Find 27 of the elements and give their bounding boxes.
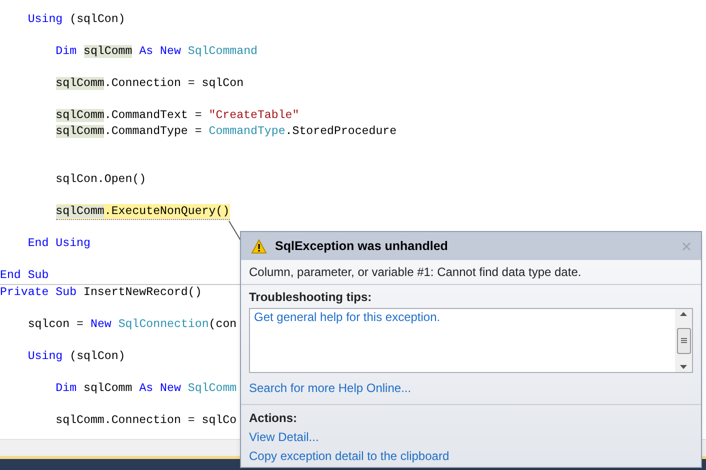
warning-icon — [251, 238, 267, 254]
vertical-scrollbar[interactable] — [675, 309, 692, 372]
code-line: Private Sub InsertNewRecord() — [0, 285, 202, 301]
code-line: sqlCon.Open() — [56, 172, 146, 188]
code-line: End Sub — [0, 268, 49, 284]
popup-title: SqlException was unhandled — [275, 238, 448, 255]
error-message: Column, parameter, or variable #1: Cannot find data type date. — [249, 264, 582, 280]
action-link[interactable]: View Detail... — [249, 430, 319, 445]
code-line: Using (sqlCon) — [28, 349, 126, 365]
code-line: Dim sqlComm As New SqlComm — [56, 381, 237, 397]
scroll-thumb[interactable] — [676, 328, 690, 354]
code-line: Using (sqlCon) — [28, 12, 126, 28]
help-link[interactable]: Get general help for this exception. — [254, 310, 440, 325]
code-line: sqlComm.CommandType = CommandType.StoredProcedure — [56, 124, 397, 140]
scroll-up-icon[interactable] — [680, 312, 687, 316]
code-line: Dim sqlComm As New SqlCommand — [56, 44, 258, 60]
code-line: sqlComm.Connection = sqlCo — [56, 413, 237, 429]
code-line: End Using — [28, 236, 90, 252]
actions-heading: Actions: — [249, 411, 297, 426]
tips-heading: Troubleshooting tips: — [249, 290, 372, 305]
action-link[interactable]: Copy exception detail to the clipboard — [249, 449, 450, 464]
code-line: sqlComm.Connection = sqlCon — [56, 76, 244, 92]
code-line: sqlcon = New SqlConnection(con — [28, 317, 237, 333]
scroll-down-icon[interactable] — [680, 365, 687, 369]
leader-line — [228, 220, 242, 242]
search-help-link[interactable]: Search for more Help Online... — [249, 381, 412, 396]
code-line: sqlComm.CommandText = "CreateTable" — [56, 108, 300, 124]
